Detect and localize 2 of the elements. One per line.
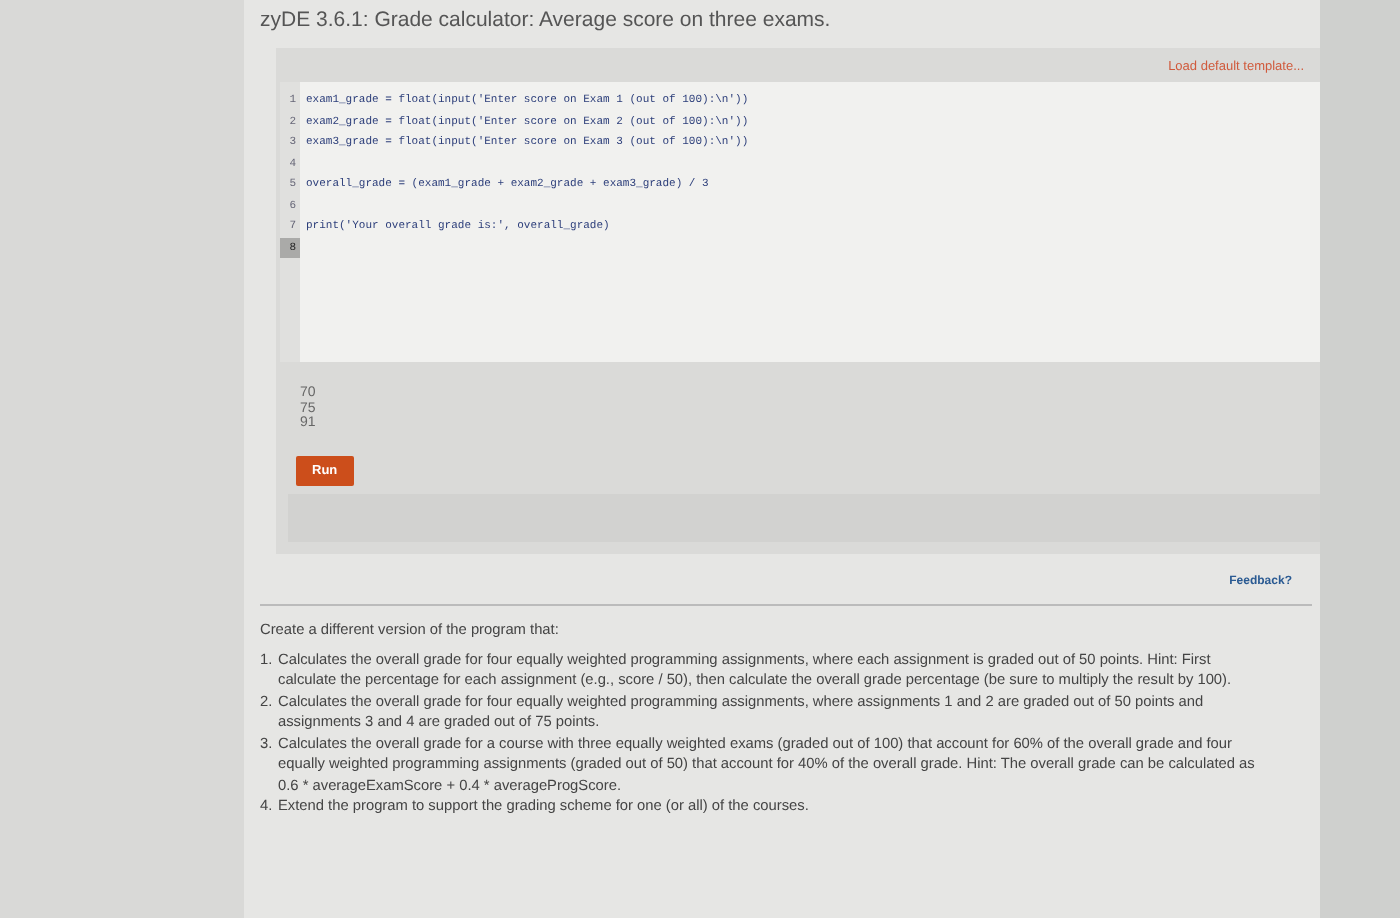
code-editor[interactable] (280, 82, 1320, 362)
section-title: zyDE 3.6.1: Grade calculator: Average score on three exams. (260, 8, 833, 36)
